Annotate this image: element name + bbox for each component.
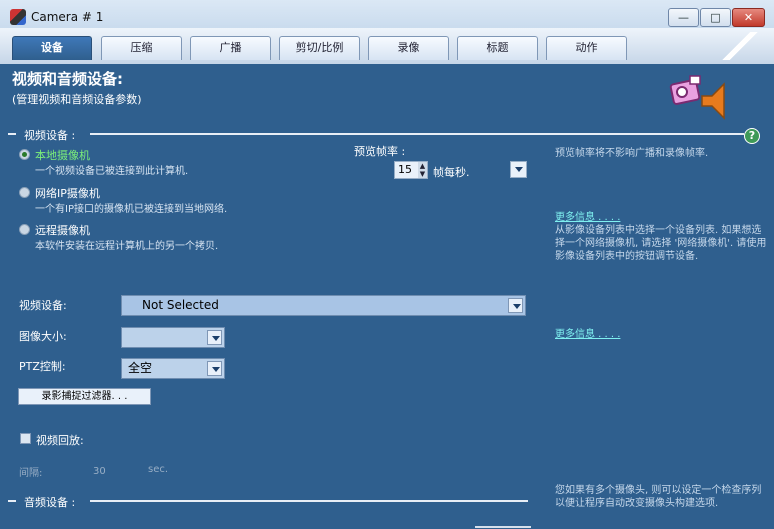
more-info-link-2[interactable]: 更多信息 . . . . (555, 325, 620, 340)
ptz-value: 全空 (128, 361, 153, 375)
ip-camera-desc: 一个有IP接口的摄像机已被连接到当地网络. (35, 204, 228, 215)
section-rule (8, 133, 16, 135)
camera-window: Camera # 1 — □ ✕ 设备 压缩 广播 剪切/比例 录像 标题 动作… (0, 0, 774, 529)
video-device-value: Not Selected (142, 298, 219, 312)
tab-device[interactable]: 设备 (12, 36, 92, 60)
audio-section-header: 音频设备 : (8, 494, 528, 510)
image-size-select[interactable] (121, 327, 225, 348)
image-size-label: 图像大小: (19, 330, 67, 343)
preview-rate-dropdown[interactable] (510, 161, 527, 178)
camera-speaker-icon (669, 75, 725, 120)
preview-rate-stepper[interactable]: 15 ▲ ▼ (394, 161, 428, 179)
interval-value[interactable]: 30 (93, 466, 106, 477)
maximize-button[interactable]: □ (700, 8, 731, 27)
close-button[interactable]: ✕ (732, 8, 765, 27)
video-device-label: 视频设备: (19, 299, 67, 312)
device-select-info: 从影像设备列表中选择一个设备列表. 如果想选择一个网络摄像机, 请选择 '网络摄… (555, 225, 767, 262)
window-title: Camera # 1 (31, 10, 104, 24)
tab-crop-scale[interactable]: 剪切/比例 (279, 36, 360, 60)
minimize-button[interactable]: — (668, 8, 699, 27)
preview-rate-info: 预览帧率将不影响广播和录像帧率. (555, 148, 709, 159)
section-rule (90, 133, 744, 135)
preview-rate-value: 15 (398, 163, 412, 176)
video-section-header: 视频设备 : (8, 127, 744, 143)
capture-filter-button[interactable]: 录影捕捉过滤器. . . (18, 388, 151, 405)
more-info-link[interactable]: 更多信息 . . . . (555, 208, 620, 223)
local-camera-desc: 一个视频设备已被连接到此计算机. (35, 166, 189, 177)
help-icon[interactable]: ? (744, 128, 760, 144)
chevron-down-icon[interactable] (508, 298, 523, 313)
camera-app-icon (10, 9, 26, 25)
video-device-select[interactable]: Not Selected (121, 295, 526, 316)
tab-motion[interactable]: 动作 (546, 36, 627, 60)
remote-camera-label: 远程摄像机 (35, 224, 90, 237)
video-playback-checkbox[interactable] (20, 433, 31, 444)
spin-arrows-icon[interactable]: ▲ ▼ (418, 162, 427, 178)
ptz-select[interactable]: 全空 (121, 358, 225, 379)
local-camera-label: 本地摄像机 (35, 149, 90, 162)
page-subtitle: (管理视频和音频设备参数) (12, 93, 142, 106)
local-camera-radio[interactable] (19, 149, 30, 160)
preview-rate-unit: 帧每秒. (433, 166, 470, 179)
video-playback-label: 视频回放: (36, 434, 84, 447)
ptz-label: PTZ控制: (19, 360, 66, 373)
remote-camera-desc: 本软件安装在远程计算机上的另一个拷贝. (35, 241, 219, 252)
section-rule (8, 500, 16, 502)
partial-control-edge (475, 526, 531, 528)
tab-compression[interactable]: 压缩 (101, 36, 182, 60)
page-title: 视频和音频设备: (12, 70, 123, 88)
section-rule (90, 500, 528, 502)
video-section-label: 视频设备 : (20, 127, 80, 143)
chevron-down-icon[interactable] (207, 361, 222, 376)
chevron-down-icon[interactable] (207, 330, 222, 345)
tab-broadcast[interactable]: 广播 (190, 36, 271, 60)
interval-label: 间隔: (19, 468, 43, 479)
audio-section-label: 音频设备 : (20, 494, 80, 510)
ip-camera-label: 网络IP摄像机 (35, 187, 100, 200)
tab-recording[interactable]: 录像 (368, 36, 449, 60)
multi-camera-info: 您如果有多个摄像头, 则可以设定一个检查序列以便让程序自动改变摄像头构建选项. (555, 485, 762, 509)
remote-camera-radio[interactable] (19, 224, 30, 235)
strip-decoration (716, 32, 764, 60)
interval-unit: sec. (148, 464, 169, 475)
tab-title[interactable]: 标题 (457, 36, 538, 60)
preview-rate-label: 预览帧率 : (354, 145, 406, 158)
tab-strip: 设备 压缩 广播 剪切/比例 录像 标题 动作 (0, 28, 774, 64)
ip-camera-radio[interactable] (19, 187, 30, 198)
